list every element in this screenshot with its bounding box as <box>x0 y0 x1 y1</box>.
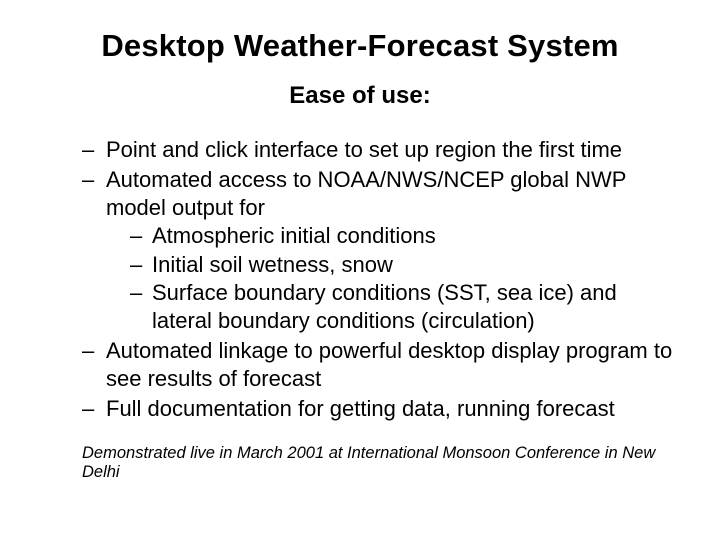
list-item-text: Full documentation for getting data, run… <box>106 396 615 421</box>
list-item: Automated linkage to powerful desktop di… <box>82 337 680 393</box>
sub-list-item: Atmospheric initial conditions <box>130 222 680 250</box>
bullet-list: Point and click interface to set up regi… <box>82 136 680 426</box>
list-item-text: Point and click interface to set up regi… <box>106 137 622 162</box>
list-item-text: Automated access to NOAA/NWS/NCEP global… <box>106 167 626 220</box>
sub-list-item-text: Initial soil wetness, snow <box>152 252 393 277</box>
sub-list-item-text: Surface boundary conditions (SST, sea ic… <box>152 280 617 333</box>
slide-subtitle: Ease of use: <box>40 82 680 110</box>
footnote: Demonstrated live in March 2001 at Inter… <box>40 444 680 482</box>
sub-list-item-text: Atmospheric initial conditions <box>152 223 436 248</box>
sub-list: Atmospheric initial conditions Initial s… <box>130 222 680 335</box>
list-item: Point and click interface to set up regi… <box>82 136 680 164</box>
sub-list-item: Initial soil wetness, snow <box>130 251 680 279</box>
list-item-text: Automated linkage to powerful desktop di… <box>106 338 672 391</box>
slide-title: Desktop Weather-Forecast System <box>40 28 680 64</box>
slide: Desktop Weather-Forecast System Ease of … <box>0 0 720 540</box>
list-item: Full documentation for getting data, run… <box>82 395 680 423</box>
list-item: Automated access to NOAA/NWS/NCEP global… <box>82 166 680 335</box>
sub-list-item: Surface boundary conditions (SST, sea ic… <box>130 279 680 335</box>
